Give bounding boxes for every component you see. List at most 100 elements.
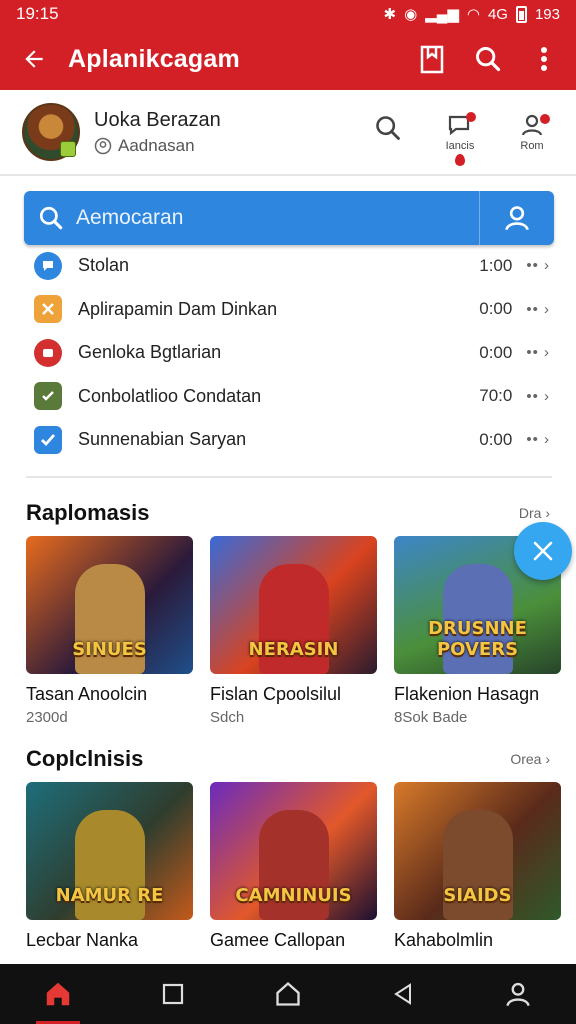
arrow-left-icon: [25, 50, 43, 68]
list-item-label: Conbolatlioo Condatan: [78, 385, 262, 406]
status-bar: 19:15 ✱ ◉ ▂▄▆ ◠ 4G 193: [0, 0, 576, 28]
list-item[interactable]: Conbolatlioo Condatan 70:0 •• ›: [0, 375, 576, 419]
nav-recents[interactable]: [143, 964, 203, 1024]
bookmark-icon: [420, 45, 444, 74]
game-card[interactable]: NAMUR RE Lecbar Nanka: [26, 782, 193, 951]
list-item-label: Genloka Bgtlarian: [78, 342, 222, 363]
search-bar: [24, 191, 554, 245]
card-title: Flakenion Hasagn: [394, 684, 540, 704]
messages-label: Iancis: [445, 140, 475, 152]
messages-button[interactable]: Iancis: [438, 112, 482, 166]
nav-back[interactable]: [373, 964, 433, 1024]
game-card[interactable]: SINUES Tasan Anoolcin 2300d: [26, 536, 193, 726]
more-vertical-icon: [541, 47, 547, 71]
card-title: Gamee Callopan: [210, 930, 346, 950]
profile-search-button[interactable]: [366, 114, 410, 142]
overflow-menu-button[interactable]: [526, 41, 562, 77]
bookmark-button[interactable]: [414, 41, 450, 77]
wifi-icon: ◠: [466, 6, 480, 23]
network-label: 4G: [487, 5, 508, 23]
search-user-button[interactable]: [480, 191, 554, 245]
card-title: Tasan Anoolcin: [26, 684, 148, 704]
game-thumbnail: SINUES: [26, 536, 193, 674]
user-circle-icon: [94, 137, 112, 154]
game-card[interactable]: CAMNINUIS Gamee Callopan: [210, 782, 377, 951]
close-icon: [533, 541, 553, 561]
profile-header: Uoka Berazan Aadnasan Iancis Rom: [0, 90, 576, 176]
chevron-right-icon[interactable]: •• ›: [526, 344, 550, 361]
divider: [26, 476, 552, 478]
list-item-time: 1:00: [479, 255, 513, 275]
game-thumbnail: NAMUR RE: [26, 782, 193, 920]
card-title: Kahabolmlin: [394, 930, 494, 950]
card-row-1: SINUES Tasan Anoolcin 2300d NERASIN Fislan C…: [26, 536, 566, 726]
search-icon: [39, 206, 63, 230]
account-button[interactable]: Rom: [510, 112, 554, 152]
avatar[interactable]: [22, 103, 80, 161]
section-more-link[interactable]: Dra ›: [519, 505, 550, 521]
profile-subtitle: Aadnasan: [118, 135, 195, 155]
app-bar: Aplanikcagam: [0, 28, 576, 90]
close-fab-button[interactable]: [514, 522, 572, 580]
game-card[interactable]: SIAIDS Kahabolmlin: [394, 782, 561, 951]
search-input[interactable]: [76, 206, 456, 230]
card-row-2: NAMUR RE Lecbar Nanka CAMNINUIS Gamee Callo…: [26, 782, 566, 951]
bottom-navigation: [0, 964, 576, 1024]
nav-home[interactable]: [28, 964, 88, 1024]
back-button[interactable]: [14, 39, 54, 79]
game-logo: NAMUR RE: [55, 885, 164, 906]
activity-list: Stolan 1:00 •• › Aplirapamin Dam Dinkan 0:00…: [0, 244, 576, 462]
signal-icon: ▂▄▆: [425, 6, 459, 23]
list-item[interactable]: Sunnenabian Saryan 0:00 •• ›: [0, 418, 576, 462]
game-logo: CAMNINUIS: [235, 885, 352, 906]
chevron-right-icon[interactable]: •• ›: [526, 257, 550, 274]
section-more-link[interactable]: Orea ›: [510, 751, 550, 767]
bluetooth-icon: ✱: [383, 6, 397, 23]
card-subtitle: 2300d: [26, 709, 68, 726]
list-item[interactable]: Aplirapamin Dam Dinkan 0:00 •• ›: [0, 288, 576, 332]
notification-dot: [466, 112, 476, 122]
search-icon: [476, 47, 501, 72]
section-title: Coplclnisis: [26, 746, 144, 771]
tools-icon: [34, 295, 62, 324]
search-button[interactable]: [470, 41, 506, 77]
card-subtitle: Sdch: [210, 709, 245, 726]
alarm-icon: ◉: [404, 6, 418, 23]
game-card[interactable]: NERASIN Fislan Cpoolsilul Sdch: [210, 536, 377, 726]
list-item-time: 0:00: [479, 429, 513, 449]
section-header-1: Raplomasis Dra ›: [26, 500, 550, 526]
profile-name: Uoka Berazan: [94, 108, 221, 131]
chevron-right-icon[interactable]: •• ›: [526, 431, 550, 448]
chat-icon: [34, 251, 62, 280]
house-outline-icon: [276, 981, 300, 1006]
game-thumbnail: NERASIN: [210, 536, 377, 674]
nav-profile[interactable]: [488, 964, 548, 1024]
section-title: Raplomasis: [26, 500, 150, 525]
card-title: Lecbar Nanka: [26, 930, 139, 950]
square-icon: [162, 983, 183, 1005]
list-item-label: Sunnenabian Saryan: [78, 429, 247, 450]
battery-level: 193: [534, 5, 560, 23]
search-icon: [376, 116, 400, 140]
list-item-label: Aplirapamin Dam Dinkan: [78, 298, 278, 319]
list-item[interactable]: Stolan 1:00 •• ›: [0, 244, 576, 288]
game-logo: NERASIN: [248, 639, 339, 660]
card-title: Fislan Cpoolsilul: [210, 684, 342, 704]
user-icon: [505, 206, 529, 231]
chevron-right-icon[interactable]: •• ›: [526, 301, 550, 318]
list-item-time: 0:00: [479, 299, 513, 319]
home-icon: [46, 982, 69, 1006]
account-label: Rom: [520, 140, 544, 152]
card-subtitle: 8Sok Bade: [394, 709, 468, 726]
game-logo: SINUES: [72, 639, 147, 660]
game-logo: SIAIDS: [443, 885, 512, 906]
chevron-right-icon[interactable]: •• ›: [526, 388, 550, 405]
avatar-badge-icon: [60, 141, 76, 157]
checkbox-icon: [34, 425, 62, 454]
stop-icon: [34, 338, 62, 367]
drop-icon: [455, 154, 465, 166]
list-item[interactable]: Genloka Bgtlarian 0:00 •• ›: [0, 331, 576, 375]
nav-home-circle[interactable]: [258, 964, 318, 1024]
battery-icon: [515, 5, 527, 23]
list-item-label: Stolan: [78, 255, 130, 276]
